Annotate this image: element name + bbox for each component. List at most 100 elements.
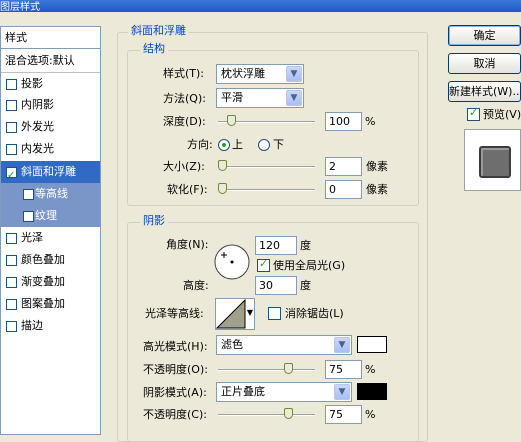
checkbox[interactable] [6,255,17,266]
chevron-down-icon: ▼ [334,384,350,400]
highlight-opacity-input[interactable]: 75 [325,360,362,379]
checkbox[interactable] [6,277,17,288]
title-bar: 图层样式 [0,0,521,13]
angle-input[interactable]: 120 [255,236,297,255]
depth-label: 深度(D): [163,115,206,128]
style-item-outer-glow[interactable]: 外发光 [1,116,100,138]
checkbox[interactable] [6,79,17,90]
technique-label: 方法(Q): [163,92,206,105]
shadow-opacity-unit: % [365,408,376,421]
preview-checkbox[interactable] [467,106,480,121]
shadow-opacity-label: 不透明度(C): [143,408,207,421]
preview-swatch [479,146,511,178]
shadow-mode-select[interactable]: 正片叠底 ▼ [216,382,352,402]
checkbox[interactable] [23,211,34,222]
direction-down-label: 下 [273,138,284,151]
technique-select-value: 平滑 [221,91,243,104]
ok-button[interactable]: 确定 [448,25,521,46]
direction-up-label: 上 [232,138,243,151]
checkbox[interactable] [23,189,34,200]
chevron-down-icon: ▼ [286,90,302,106]
style-item-inner-glow[interactable]: 内发光 [1,138,100,160]
style-item-color-overlay[interactable]: 颜色叠加 [1,249,100,271]
gloss-contour-picker[interactable]: ▼ [215,298,255,330]
preview-label: 预览(V) [483,108,521,121]
new-style-button[interactable]: 新建样式(W)... [448,81,521,102]
direction-down-radio[interactable] [258,139,270,151]
style-list: 样式 混合选项:默认 投影 内阴影 外发光 内发光 斜面和浮雕 等高线 纹理 光… [0,26,101,435]
size-slider-thumb[interactable] [218,160,227,171]
highlight-mode-label: 高光模式(H): [143,340,208,353]
style-item-contour[interactable]: 等高线 [1,183,100,205]
style-item-inner-shadow[interactable]: 内阴影 [1,94,100,116]
shadow-mode-value: 正片叠底 [221,385,265,398]
chevron-down-icon: ▼ [286,66,302,82]
shadow-opacity-input[interactable]: 75 [325,405,362,424]
shadow-color-swatch[interactable] [357,383,387,400]
direction-label: 方向: [187,138,213,151]
size-slider-track[interactable] [218,166,315,168]
soften-slider-track[interactable] [218,189,315,191]
contour-preview-icon [216,299,246,329]
highlight-opacity-unit: % [365,363,376,376]
checkbox[interactable] [6,299,17,310]
style-label: 样式(T): [163,67,205,80]
style-item-stroke[interactable]: 描边 [1,315,100,337]
angle-label: 角度(N): [166,238,209,251]
window-title: 图层样式 [0,2,40,13]
soften-slider-thumb[interactable] [218,183,227,194]
highlight-mode-select[interactable]: 滤色 ▼ [216,335,352,355]
shadow-mode-label: 阴影模式(A): [143,386,207,399]
altitude-input[interactable]: 30 [255,276,297,295]
structure-title: 结构 [140,42,168,55]
depth-unit: % [365,115,376,128]
style-item-gradient-overlay[interactable]: 渐变叠加 [1,271,100,293]
direction-up-radio[interactable] [218,139,230,151]
highlight-opacity-track[interactable] [218,369,315,371]
altitude-unit: 度 [300,279,311,292]
technique-select[interactable]: 平滑 ▼ [216,88,304,108]
style-select[interactable]: 枕状浮雕 ▼ [216,64,304,84]
shadow-opacity-thumb[interactable] [284,408,293,419]
global-light-label: 使用全局光(G) [273,259,346,272]
shading-title: 阴影 [140,214,168,227]
soften-label: 软化(F): [167,183,208,196]
checkbox[interactable] [6,100,17,111]
blending-options-item[interactable]: 混合选项:默认 [1,50,100,72]
angle-dial[interactable] [213,243,251,281]
altitude-label: 高度: [183,279,209,292]
panel-title: 斜面和浮雕 [128,24,189,37]
checkbox[interactable] [6,122,17,133]
style-list-header[interactable]: 样式 [1,27,100,49]
style-item-bevel-emboss[interactable]: 斜面和浮雕 [1,161,100,187]
soften-input[interactable]: 0 [325,180,362,199]
checkbox[interactable] [6,165,17,187]
cancel-button[interactable]: 取消 [448,53,521,74]
shadow-opacity-track[interactable] [218,414,315,416]
angle-unit: 度 [300,239,311,252]
size-input[interactable]: 2 [325,157,362,176]
soften-unit: 像素 [366,183,388,196]
style-select-value: 枕状浮雕 [221,67,265,80]
highlight-opacity-label: 不透明度(O): [143,363,208,376]
style-item-texture[interactable]: 纹理 [1,205,100,227]
gloss-contour-label: 光泽等高线: [145,307,204,320]
highlight-mode-value: 滤色 [221,338,243,351]
chevron-down-icon: ▼ [246,308,253,317]
highlight-opacity-thumb[interactable] [284,363,293,374]
antialias-label: 消除锯齿(L) [285,307,344,320]
checkbox[interactable] [6,144,17,155]
antialias-checkbox[interactable] [268,307,281,320]
style-item-drop-shadow[interactable]: 投影 [1,72,100,94]
size-label: 大小(Z): [163,160,205,173]
highlight-color-swatch[interactable] [357,336,387,353]
depth-input[interactable]: 100 [325,112,362,131]
depth-slider-thumb[interactable] [226,115,236,126]
chevron-down-icon: ▼ [334,337,350,353]
checkbox[interactable] [6,321,17,332]
style-item-pattern-overlay[interactable]: 图案叠加 [1,293,100,315]
size-unit: 像素 [366,160,388,173]
checkbox[interactable] [6,233,17,244]
global-light-checkbox[interactable] [257,257,270,272]
style-item-satin[interactable]: 光泽 [1,227,100,249]
